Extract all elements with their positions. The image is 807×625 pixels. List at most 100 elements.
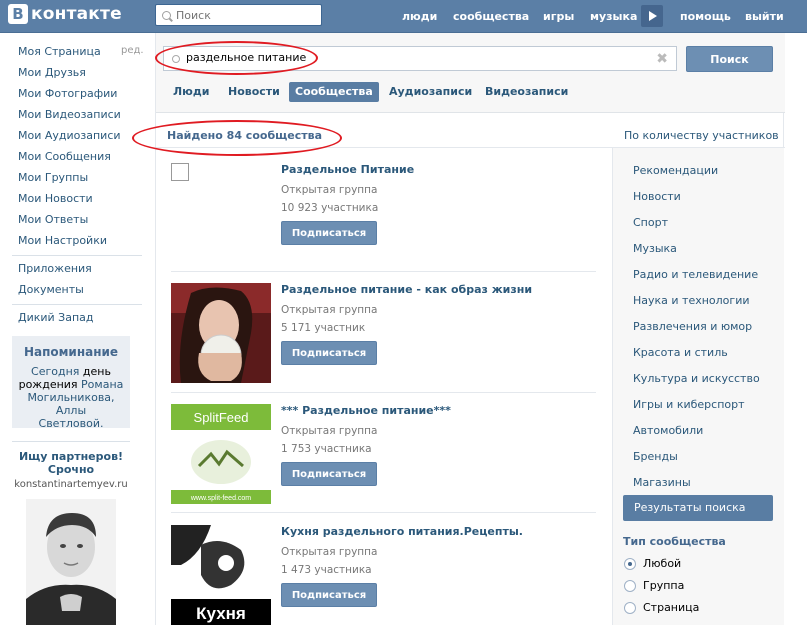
- community-type: Открытая группа: [281, 425, 378, 437]
- filter-cat-entertainment[interactable]: Развлечения и юмор: [633, 320, 752, 333]
- filter-cat-games[interactable]: Игры и киберспорт: [633, 398, 745, 411]
- sidebar-item-friends[interactable]: Мои Друзья: [18, 66, 86, 79]
- tab-video[interactable]: Видеозаписи: [479, 82, 574, 102]
- reminder-friend-link[interactable]: Могильникова,: [27, 391, 114, 404]
- community-name[interactable]: *** Раздельное питание***: [281, 404, 451, 417]
- tab-news[interactable]: Новости: [222, 82, 286, 102]
- nav-people[interactable]: люди: [402, 10, 437, 23]
- filter-cat-beauty[interactable]: Красота и стиль: [633, 346, 728, 359]
- community-thumbnail[interactable]: SplitFeed www.split-feed.com: [171, 404, 271, 504]
- search-button[interactable]: Поиск: [686, 46, 773, 72]
- radio-label: Группа: [643, 579, 685, 592]
- sidebar-item-apps[interactable]: Приложения: [18, 262, 92, 275]
- reminder-friend-link[interactable]: Аллы: [56, 404, 86, 417]
- search-icon: [162, 10, 171, 20]
- sidebar-edit-link[interactable]: ред.: [121, 45, 144, 56]
- reminder-friend-link[interactable]: Романа: [81, 378, 123, 391]
- ad-photo[interactable]: [26, 499, 116, 625]
- community-members: 10 923 участника: [281, 202, 379, 214]
- clear-icon[interactable]: ✖: [656, 51, 668, 67]
- header-search-input[interactable]: [176, 8, 306, 22]
- sidebar-item-audio[interactable]: Мои Аудиозаписи: [18, 129, 121, 142]
- community-members: 5 171 участник: [281, 322, 366, 334]
- sidebar-item-photos[interactable]: Мои Фотографии: [18, 87, 117, 100]
- tab-communities[interactable]: Сообщества: [289, 82, 379, 102]
- community-members: 1 753 участника: [281, 443, 372, 455]
- subscribe-button[interactable]: Подписаться: [281, 583, 377, 607]
- search-panel: ✖ Поиск Люди Новости Сообщества Аудиозап…: [156, 33, 785, 113]
- reminder-today-link[interactable]: Сегодня: [31, 365, 79, 378]
- sidebar-item-settings[interactable]: Мои Настройки: [18, 234, 107, 247]
- splitfeed-logo-image: SplitFeed www.split-feed.com: [171, 404, 271, 504]
- ad-url[interactable]: konstantinartemyev.ru: [10, 479, 132, 490]
- sidebar-item-my-page[interactable]: Моя Страница: [18, 45, 101, 58]
- sidebar-item-groups[interactable]: Мои Группы: [18, 171, 88, 184]
- sidebar-item-documents[interactable]: Документы: [18, 283, 84, 296]
- community-type: Открытая группа: [281, 304, 378, 316]
- filter-cat-brands[interactable]: Бренды: [633, 450, 678, 463]
- subscribe-button[interactable]: Подписаться: [281, 341, 377, 365]
- filter-cat-recommendations[interactable]: Рекомендации: [633, 164, 718, 177]
- splitfeed-label: SplitFeed: [194, 410, 249, 425]
- reminder-day: день: [82, 365, 111, 378]
- filter-cat-search-results[interactable]: Результаты поиска: [623, 495, 773, 521]
- splitfeed-url: www.split-feed.com: [190, 495, 251, 502]
- logo-mark: B: [8, 4, 28, 24]
- sidebar-divider: [12, 304, 142, 305]
- search-query-input[interactable]: [186, 51, 586, 64]
- sidebar-item-answers[interactable]: Мои Ответы: [18, 213, 88, 226]
- community-thumbnail-placeholder[interactable]: [171, 163, 189, 181]
- filter-cat-sport[interactable]: Спорт: [633, 216, 668, 229]
- header-search[interactable]: [155, 4, 322, 26]
- filter-cat-news[interactable]: Новости: [633, 190, 681, 203]
- nav-logout[interactable]: выйти: [745, 10, 784, 23]
- reminder-friend-link[interactable]: Светловой.: [39, 417, 104, 430]
- filter-cat-shops[interactable]: Магазины: [633, 476, 691, 489]
- sidebar-divider: [12, 255, 142, 256]
- kitchen-logo-image: Кухня: [171, 525, 271, 625]
- community-name[interactable]: Раздельное питание - как образ жизни: [281, 283, 532, 296]
- sidebar-item-app-wild-west[interactable]: Дикий Запад: [18, 311, 94, 324]
- nav-communities[interactable]: сообщества: [453, 10, 529, 23]
- filters-panel: Рекомендации Новости Спорт Музыка Радио …: [612, 148, 784, 625]
- filter-cat-music[interactable]: Музыка: [633, 242, 677, 255]
- kitchen-label: Кухня: [196, 604, 246, 623]
- community-thumbnail[interactable]: [171, 283, 271, 383]
- tab-people[interactable]: Люди: [167, 82, 215, 102]
- ad-title[interactable]: Ищу партнеров! Срочно: [10, 450, 132, 476]
- birthday-reminder: Напоминание Сегодня день рождения Романа…: [12, 336, 130, 430]
- radio-type-page[interactable]: Страница: [624, 601, 699, 614]
- query-box[interactable]: ✖: [163, 46, 677, 71]
- sidebar-item-messages[interactable]: Мои Сообщения: [18, 150, 111, 163]
- sort-label: По количеству участников: [624, 129, 779, 142]
- radio-icon: [624, 579, 636, 592]
- ad-divider: [12, 441, 130, 442]
- filter-cat-science[interactable]: Наука и технологии: [633, 294, 750, 307]
- woman-photo-image: [171, 283, 271, 383]
- vk-logo[interactable]: B контакте: [8, 4, 122, 24]
- radio-type-any[interactable]: Любой: [624, 557, 681, 570]
- subscribe-button[interactable]: Подписаться: [281, 221, 377, 245]
- community-name[interactable]: Раздельное Питание: [281, 163, 414, 176]
- community-type-title: Тип сообщества: [623, 535, 726, 548]
- sidebar-item-news[interactable]: Мои Новости: [18, 192, 93, 205]
- search-icon: [172, 55, 180, 63]
- filter-cat-cars[interactable]: Автомобили: [633, 424, 703, 437]
- subscribe-button[interactable]: Подписаться: [281, 462, 377, 486]
- radio-label: Любой: [643, 557, 682, 570]
- community-members: 1 473 участника: [281, 564, 372, 576]
- filter-cat-radio-tv[interactable]: Радио и телевидение: [633, 268, 758, 281]
- nav-help[interactable]: помощь: [680, 10, 731, 23]
- filter-cat-culture[interactable]: Культура и искусство: [633, 372, 760, 385]
- community-thumbnail[interactable]: Кухня: [171, 525, 271, 625]
- community-name[interactable]: Кухня раздельного питания.Рецепты.: [281, 525, 523, 538]
- nav-games[interactable]: игры: [543, 10, 574, 23]
- reminder-title: Напоминание: [23, 345, 119, 359]
- tab-audio[interactable]: Аудиозаписи: [383, 82, 478, 102]
- radio-icon: [624, 601, 636, 614]
- reminder-birthday: рождения: [18, 378, 78, 391]
- play-icon[interactable]: [641, 5, 663, 27]
- sidebar-item-videos[interactable]: Мои Видеозаписи: [18, 108, 121, 121]
- nav-music[interactable]: музыка: [590, 10, 637, 23]
- radio-type-group[interactable]: Группа: [624, 579, 684, 592]
